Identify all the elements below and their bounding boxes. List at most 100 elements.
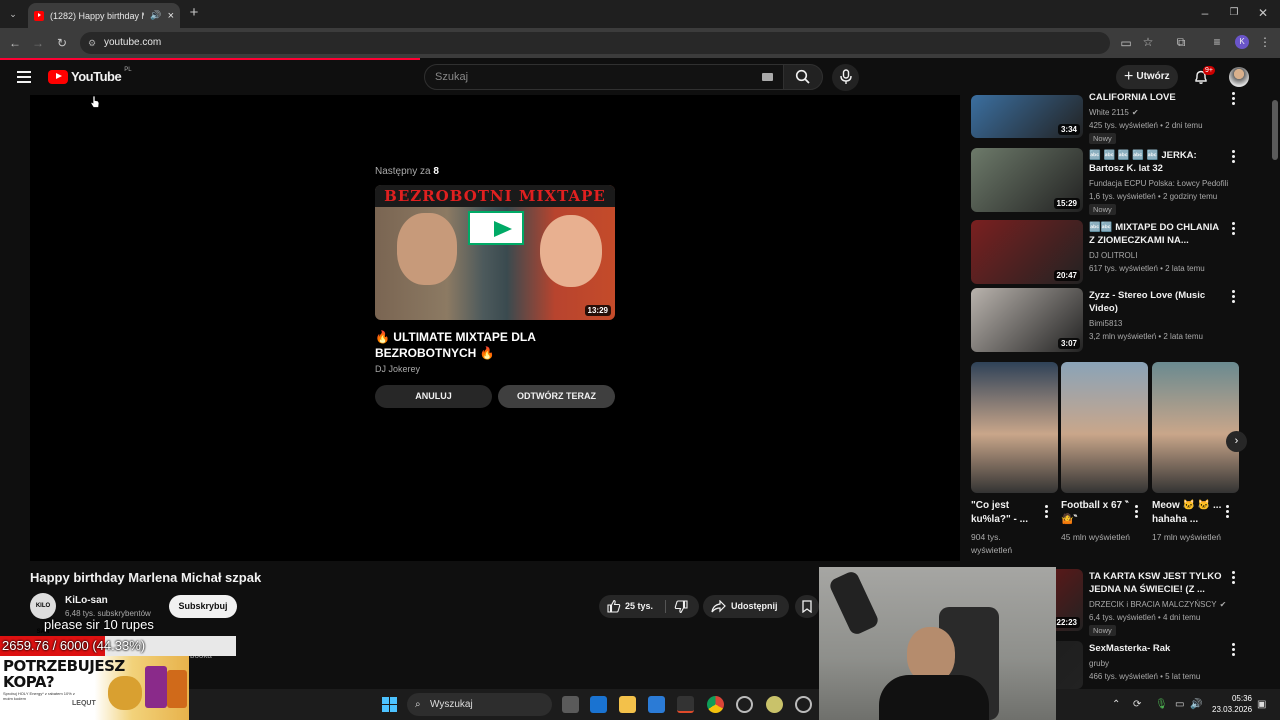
- video-title[interactable]: Zyzz - Stereo Love (Music Video): [1089, 289, 1227, 315]
- video-thumbnail[interactable]: 15:29: [971, 148, 1083, 212]
- channel-name-text: White 2115: [1089, 108, 1129, 117]
- notification-center-icon[interactable]: ▣: [1257, 699, 1266, 710]
- forward-icon[interactable]: →: [31, 36, 45, 50]
- chrome-app-icon[interactable]: [707, 696, 724, 713]
- video-thumbnail[interactable]: 3:34: [971, 95, 1083, 138]
- channel-name[interactable]: White 2115 ✔: [1089, 106, 1229, 119]
- channel-name-text: gruby: [1089, 659, 1110, 668]
- tray-network-icon[interactable]: ▭: [1175, 699, 1184, 710]
- channel-name[interactable]: DJ OLITROLI: [1089, 249, 1229, 262]
- donation-goal-bar: 2659.76 / 6000 (44.33%): [0, 636, 236, 656]
- obs-app-icon[interactable]: [677, 696, 694, 713]
- youtube-logo[interactable]: YouTube PL: [48, 67, 132, 84]
- short-views: 904 tys. wyświetleń: [971, 532, 1013, 555]
- video-title[interactable]: CALIFORNIA LOVE: [1089, 91, 1227, 104]
- tab-search-chevron-icon[interactable]: ⌄: [6, 7, 20, 21]
- keyboard-icon[interactable]: [762, 73, 773, 81]
- channel-avatar[interactable]: KILO SAN: [30, 593, 56, 635]
- like-button[interactable]: 25 tys.: [599, 595, 663, 618]
- tray-overflow-icon[interactable]: ⌃: [1112, 699, 1120, 710]
- video-title[interactable]: 🔤 🔤 🔤 🔤 🔤 JERKA: Bartosz K. lat 32: [1089, 149, 1227, 175]
- app-icon-green-ring[interactable]: [736, 696, 753, 713]
- thumbnail-person-left: [397, 213, 457, 285]
- more-options-icon[interactable]: [1232, 92, 1236, 106]
- app-icon-grey-ring[interactable]: [795, 696, 812, 713]
- cancel-autoplay-button[interactable]: ANULUJ: [375, 385, 492, 408]
- video-thumbnail[interactable]: 3:07: [971, 288, 1083, 352]
- short-thumbnail[interactable]: [1152, 362, 1239, 493]
- close-tab-icon[interactable]: ×: [168, 10, 174, 22]
- create-button[interactable]: + Utwórz: [1116, 65, 1178, 89]
- up-next-title[interactable]: 🔥 ULTIMATE MIXTAPE DLA BEZROBOTNYCH 🔥: [375, 329, 615, 361]
- tray-volume-icon[interactable]: 🔊: [1190, 699, 1202, 710]
- more-options-icon[interactable]: [1226, 505, 1230, 519]
- account-avatar[interactable]: [1229, 67, 1249, 87]
- file-explorer-icon[interactable]: [619, 696, 636, 713]
- back-icon[interactable]: ←: [8, 36, 22, 50]
- thumbnail-person-right: [540, 215, 602, 287]
- short-title[interactable]: Football x 67 ‶🤷‶: [1061, 499, 1133, 527]
- subscribe-button[interactable]: Subskrybuj: [169, 595, 237, 618]
- share-button[interactable]: Udostępnij: [703, 595, 789, 618]
- menu-icon[interactable]: [17, 71, 31, 83]
- more-options-icon[interactable]: [1232, 222, 1236, 236]
- channel-name[interactable]: Fundacja ECPU Polska: Łowcy Pedofili: [1089, 177, 1229, 190]
- outlook-icon[interactable]: [590, 696, 607, 713]
- site-info-icon[interactable]: ⚙: [88, 32, 96, 54]
- bookmark-star-icon[interactable]: ☆: [1141, 35, 1155, 49]
- channel-name[interactable]: KiLo-san: [65, 595, 108, 606]
- channel-name[interactable]: Bimi5813: [1089, 317, 1229, 330]
- video-title[interactable]: TA KARTA KSW JEST TYLKO JEDNA NA ŚWIECIE…: [1089, 570, 1227, 596]
- store-icon[interactable]: [648, 696, 665, 713]
- app-icon-yellow-ring[interactable]: [766, 696, 783, 713]
- up-next-label: Następny za: [375, 166, 431, 177]
- up-next-thumbnail[interactable]: BEZROBOTNI MIXTAPE 13:29: [375, 185, 615, 320]
- browser-tab[interactable]: (1282) Happy birthday Mar 🔊 ×: [28, 3, 180, 28]
- shorts-next-arrow-icon[interactable]: ›: [1226, 431, 1247, 452]
- more-options-icon[interactable]: [1232, 571, 1236, 585]
- short-title[interactable]: Meow 🐱 🐱 ... hahaha ...: [1152, 499, 1224, 527]
- extensions-icon[interactable]: ⧉: [1174, 35, 1188, 49]
- minimize-icon[interactable]: –: [1198, 6, 1212, 20]
- speaker-icon[interactable]: 🔊: [150, 10, 161, 21]
- reload-icon[interactable]: ↻: [55, 36, 69, 50]
- chrome-menu-icon[interactable]: ⋮: [1258, 35, 1272, 49]
- new-tab-button[interactable]: +: [187, 5, 201, 20]
- dislike-button[interactable]: [674, 600, 688, 614]
- video-title[interactable]: SexMasterka- Rak: [1089, 642, 1227, 655]
- close-window-icon[interactable]: ✕: [1256, 6, 1270, 20]
- cast-icon[interactable]: ▭: [1119, 36, 1133, 50]
- windows-start-icon[interactable]: [382, 697, 397, 712]
- video-player[interactable]: [30, 95, 960, 561]
- more-options-icon[interactable]: [1232, 150, 1236, 164]
- play-now-button[interactable]: ODTWÓRZ TERAZ: [498, 385, 615, 408]
- video-thumbnail[interactable]: 20:47: [971, 220, 1083, 284]
- short-thumbnail[interactable]: [1061, 362, 1148, 493]
- tray-app-icon[interactable]: ⟳: [1133, 699, 1141, 710]
- more-options-icon[interactable]: [1135, 505, 1139, 519]
- up-next-channel: DJ Jokerey: [375, 364, 421, 374]
- more-options-icon[interactable]: [1232, 290, 1236, 304]
- video-title[interactable]: 🔤🔤 MIXTAPE DO CHLANIA Z ZIOMECZKAMI NA..…: [1089, 221, 1227, 247]
- short-thumbnail[interactable]: [971, 362, 1058, 493]
- task-view-icon[interactable]: [562, 696, 579, 713]
- taskbar-search[interactable]: ⌕ Wyszukaj: [407, 693, 552, 716]
- profile-avatar[interactable]: K: [1235, 35, 1249, 49]
- more-options-icon[interactable]: [1045, 505, 1049, 519]
- more-options-icon[interactable]: [1232, 643, 1236, 657]
- address-bar[interactable]: ⚙ youtube.com: [80, 32, 1110, 54]
- scrollbar-thumb[interactable]: [1272, 100, 1278, 160]
- page-scrollbar[interactable]: [1270, 60, 1280, 720]
- tray-mic-icon[interactable]: 🎙: [1155, 699, 1168, 710]
- taskbar-clock[interactable]: 05:36 23.03.2026: [1212, 693, 1252, 715]
- channel-name[interactable]: gruby: [1089, 657, 1229, 670]
- save-button[interactable]: [795, 595, 819, 618]
- search-input[interactable]: Szukaj: [424, 64, 784, 90]
- media-control-icon[interactable]: ≡: [1210, 35, 1224, 49]
- restore-icon[interactable]: ❐: [1227, 6, 1241, 20]
- pineapple-image: [108, 676, 142, 710]
- channel-name[interactable]: DRZECIK i BRACIA MALCZYŃSCY ✔: [1089, 598, 1229, 611]
- search-button[interactable]: [783, 64, 823, 90]
- voice-search-button[interactable]: [832, 64, 859, 91]
- short-title[interactable]: "Co jest ku%la?" - ...: [971, 499, 1043, 527]
